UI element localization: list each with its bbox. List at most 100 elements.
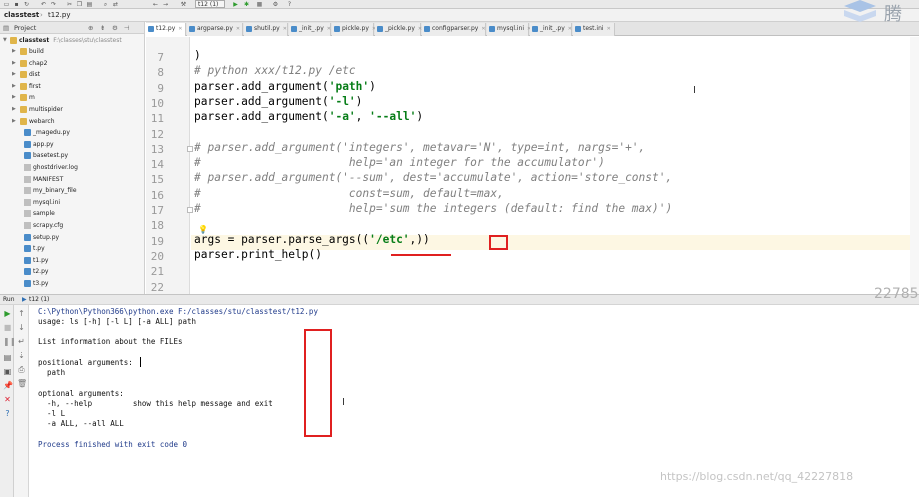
tree-item-manifest[interactable]: MANIFEST (0, 174, 144, 185)
run-config-tab[interactable]: t12 (1) (29, 296, 49, 303)
close-tab-icon[interactable]: ✕ (607, 26, 611, 32)
pause-icon[interactable]: ❚❚ (3, 337, 16, 346)
down-arrow-icon[interactable]: ↓ (17, 323, 26, 332)
help-icon[interactable]: ? (286, 1, 293, 8)
project-panel-title[interactable]: Project (14, 24, 36, 32)
expand-arrow-icon[interactable]: ▶ (12, 116, 18, 127)
close-tab-icon[interactable]: ✕ (481, 26, 485, 32)
close-tab-icon[interactable]: ✕ (283, 26, 287, 32)
tree-item-first[interactable]: ▶ first (0, 81, 144, 92)
print-icon[interactable]: ⎙ (17, 365, 26, 374)
tree-item--magedu-py[interactable]: _magedu.py (0, 127, 144, 138)
editor-tab[interactable]: _init_.py ✕ (289, 23, 331, 36)
expand-arrow-icon[interactable]: ▶ (12, 69, 18, 80)
tree-item-t1-py[interactable]: t1.py (0, 255, 144, 266)
editor-tab[interactable]: _init_.py ✕ (530, 23, 572, 36)
close-tab-icon[interactable]: ✕ (178, 26, 182, 32)
pin-icon[interactable]: 📌 (3, 381, 13, 390)
rerun-icon[interactable]: ▶ (3, 309, 12, 318)
back-icon[interactable]: ← (152, 1, 159, 8)
tree-item-t3-py[interactable]: t3.py (0, 278, 144, 289)
tree-item-multispider[interactable]: ▶ multispider (0, 104, 144, 115)
code-line[interactable]: # const=sum, default=max, (194, 187, 504, 200)
editor-scrollbar[interactable] (910, 37, 919, 294)
code-line[interactable]: parser.add_argument('-a', '--all') (194, 110, 423, 123)
tree-item-webarch[interactable]: ▶ webarch (0, 116, 144, 127)
open-folder-icon[interactable]: ▭ (3, 1, 10, 8)
tree-item-my-binary-file[interactable]: my_binary_file (0, 185, 144, 196)
editor-tab[interactable]: configparser.py ✕ (422, 23, 486, 36)
code-line[interactable]: # python xxx/t12.py /etc (194, 64, 356, 77)
editor-tab[interactable]: _pickle.py ✕ (375, 23, 422, 36)
tree-item-ghostdriver-log[interactable]: ghostdriver.log (0, 162, 144, 173)
tree-item-app-py[interactable]: app.py (0, 139, 144, 150)
tree-item-sample[interactable]: sample (0, 208, 144, 219)
expand-arrow-icon[interactable]: ▶ (12, 81, 18, 92)
cut-icon[interactable]: ✂ (66, 1, 73, 8)
tree-item-t-py[interactable]: t.py (0, 243, 144, 254)
code-line[interactable]: parser.print_help() (194, 248, 322, 261)
tree-item-setup-py[interactable]: setup.py (0, 232, 144, 243)
tree-item-basetest-py[interactable]: basetest.py (0, 150, 144, 161)
tree-item-dist[interactable]: ▶ dist (0, 69, 144, 80)
paste-icon[interactable]: ▤ (86, 1, 93, 8)
redo-icon[interactable]: ↷ (50, 1, 57, 8)
run-tab-label[interactable]: Run (3, 296, 15, 303)
close-tab-icon[interactable]: ✕ (568, 26, 572, 32)
gear-icon[interactable]: ⚙ (112, 24, 118, 32)
scroll-end-icon[interactable]: ⇣ (17, 351, 26, 360)
collapse-icon[interactable]: ⇟ (100, 24, 105, 32)
tree-item-build[interactable]: ▶ build (0, 46, 144, 57)
forward-icon[interactable]: → (162, 1, 169, 8)
find-icon[interactable]: ⌕ (102, 1, 109, 8)
build-icon[interactable]: ⚒ (180, 1, 187, 8)
editor-tab[interactable]: t12.py ✕ (146, 23, 186, 36)
project-view-icon[interactable]: ▤ (3, 24, 9, 32)
soft-wrap-icon[interactable]: ↵ (17, 337, 26, 346)
trash-icon[interactable]: 🗑 (17, 379, 27, 388)
tree-item-scrapy-cfg[interactable]: scrapy.cfg (0, 220, 144, 231)
hide-icon[interactable]: ⊣ (124, 24, 130, 32)
close-tab-icon[interactable]: ✕ (236, 26, 240, 32)
editor-tab[interactable]: pickle.py ✕ (332, 23, 376, 36)
debug-icon[interactable]: ✱ (243, 1, 250, 8)
sync-icon[interactable]: ↻ (23, 1, 30, 8)
expand-arrow-icon[interactable]: ▼ (3, 35, 9, 46)
tree-item-mysql-ini[interactable]: mysql.ini (0, 197, 144, 208)
up-arrow-icon[interactable]: ↑ (17, 309, 26, 318)
expand-arrow-icon[interactable]: ▶ (12, 58, 18, 69)
save-icon[interactable]: ▪ (13, 1, 20, 8)
code-line[interactable]: # parser.add_argument('--sum', dest='acc… (194, 171, 672, 184)
tree-item-t2-py[interactable]: t2.py (0, 266, 144, 277)
help-icon[interactable]: ? (3, 409, 12, 418)
dump-threads-icon[interactable]: ▤ (3, 353, 12, 362)
code-line[interactable]: # help='sum the integers (default: find … (194, 202, 672, 215)
tree-root[interactable]: ▼ classtest F:\classes\stu\classtest (0, 35, 144, 46)
expand-arrow-icon[interactable]: ▶ (12, 46, 18, 57)
editor-tab[interactable]: argparse.py ✕ (187, 23, 243, 36)
editor-tab[interactable]: test.ini ✕ (573, 23, 615, 36)
expand-arrow-icon[interactable]: ▶ (12, 92, 18, 103)
fold-marker-icon[interactable] (187, 145, 193, 152)
editor-tab[interactable]: shutil.py ✕ (244, 23, 288, 36)
replace-icon[interactable]: ⇄ (112, 1, 119, 8)
expand-arrow-icon[interactable]: ▶ (12, 104, 18, 115)
fold-marker-icon[interactable] (187, 207, 193, 213)
lightbulb-icon[interactable]: 💡 (198, 225, 208, 234)
copy-icon[interactable]: ❐ (76, 1, 83, 8)
tree-item-chap2[interactable]: ▶ chap2 (0, 58, 144, 69)
code-line[interactable]: # help='an integer for the accumulator') (194, 156, 605, 169)
tree-item-m[interactable]: ▶ m (0, 92, 144, 103)
close-tab-icon[interactable]: ✕ (327, 26, 331, 32)
run-icon[interactable]: ▶ (232, 1, 239, 8)
restore-layout-icon[interactable]: ▣ (3, 367, 12, 376)
stop-icon[interactable]: ■ (3, 323, 12, 332)
code-line[interactable]: parser.add_argument('-l') (194, 95, 362, 108)
globe-icon[interactable]: ⊕ (88, 24, 93, 32)
run-console[interactable]: C:\Python\Python366\python.exe F:/classe… (30, 305, 919, 497)
undo-icon[interactable]: ↶ (40, 1, 47, 8)
editor-tab[interactable]: mysql.ini✕ (487, 23, 531, 36)
breadcrumb-file[interactable]: t12.py (48, 11, 70, 19)
code-line[interactable]: parser.add_argument('path') (194, 80, 376, 93)
close-icon[interactable]: ✕ (3, 395, 12, 404)
